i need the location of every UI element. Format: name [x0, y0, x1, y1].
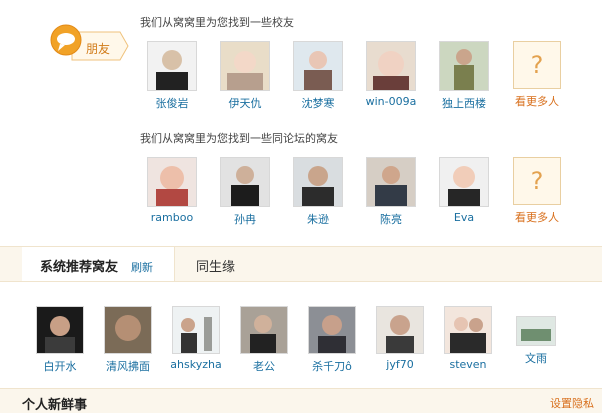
avatar[interactable] [172, 306, 220, 354]
friends-badge: 朋友 [50, 18, 130, 74]
recommended-card[interactable]: 文雨 [504, 306, 568, 366]
schoolmate-name[interactable]: 伊天仇 [215, 95, 275, 111]
forum-friend-card[interactable]: ramboo [142, 157, 202, 224]
avatar[interactable] [36, 306, 84, 354]
schoolmate-name[interactable]: 沈梦寒 [288, 95, 348, 111]
avatar[interactable] [220, 41, 270, 91]
tab-recommended[interactable]: 系统推荐窝友 刷新 [22, 247, 175, 281]
recommended-name[interactable]: jyf70 [368, 358, 432, 371]
avatar[interactable] [366, 157, 416, 207]
schoolmate-card[interactable]: 张俊岩 [142, 41, 202, 111]
forum-friend-name[interactable]: ramboo [142, 211, 202, 224]
badge-label: 朋友 [86, 42, 111, 56]
recommended-name[interactable]: 文雨 [504, 350, 568, 366]
recommended-card[interactable]: 清风拂面 [96, 306, 160, 374]
tab-recommended-label[interactable]: 系统推荐窝友 [40, 256, 118, 275]
recommended-card[interactable]: jyf70 [368, 306, 432, 371]
forum-friend-name[interactable]: 朱逊 [288, 211, 348, 227]
question-icon[interactable]: ? [513, 41, 561, 89]
recommended-card[interactable]: 白开水 [28, 306, 92, 374]
schoolmate-card[interactable]: 独上西楼 [434, 41, 494, 111]
avatar[interactable] [293, 41, 343, 91]
avatar[interactable] [147, 157, 197, 207]
avatar[interactable] [293, 157, 343, 207]
more-schoolmates[interactable]: ? 看更多人 [507, 41, 567, 109]
avatar[interactable] [376, 306, 424, 354]
avatar[interactable] [240, 306, 288, 354]
schoolmate-name[interactable]: 独上西楼 [434, 95, 494, 111]
news-feed-header: 个人新鲜事 设置隐私 [0, 388, 602, 413]
avatar[interactable] [147, 41, 197, 91]
forum-friend-card[interactable]: 陈亮 [361, 157, 421, 227]
avatar[interactable] [516, 316, 556, 346]
forum-friend-card[interactable]: 孙冉 [215, 157, 275, 227]
avatar[interactable] [366, 41, 416, 91]
avatar[interactable] [308, 306, 356, 354]
more-schoolmates-link[interactable]: 看更多人 [507, 93, 567, 109]
avatar[interactable] [439, 157, 489, 207]
recommended-name[interactable]: 清风拂面 [96, 358, 160, 374]
avatar[interactable] [104, 306, 152, 354]
avatar[interactable] [444, 306, 492, 354]
recommended-name[interactable]: ahskyzha [164, 358, 228, 371]
recommended-card[interactable]: 老公 [232, 306, 296, 374]
recommended-card[interactable]: 杀千刀ô [300, 306, 364, 374]
recommended-name[interactable]: steven [436, 358, 500, 371]
schoolmate-card[interactable]: 伊天仇 [215, 41, 275, 111]
schoolmates-title: 我们从窝窝里为您找到一些校友 [140, 16, 294, 29]
avatar[interactable] [439, 41, 489, 91]
recommend-tabbar: 系统推荐窝友 刷新 同生缘 [0, 246, 602, 282]
privacy-settings-link[interactable]: 设置隐私 [550, 395, 594, 411]
schoolmate-name[interactable]: win-009a [361, 95, 421, 108]
schoolmate-card[interactable]: 沈梦寒 [288, 41, 348, 111]
more-forum-friends[interactable]: ? 看更多人 [507, 157, 567, 225]
forum-friends-title: 我们从窝窝里为您找到一些同论坛的窝友 [140, 132, 338, 145]
recommended-name[interactable]: 老公 [232, 358, 296, 374]
recommended-card[interactable]: steven [436, 306, 500, 371]
recommended-card[interactable]: ahskyzha [164, 306, 228, 371]
refresh-link[interactable]: 刷新 [131, 259, 153, 275]
forum-friend-name[interactable]: 陈亮 [361, 211, 421, 227]
more-forum-friends-link[interactable]: 看更多人 [507, 209, 567, 225]
forum-friend-name[interactable]: 孙冉 [215, 211, 275, 227]
forum-friend-name[interactable]: Eva [434, 211, 494, 224]
avatar[interactable] [220, 157, 270, 207]
forum-friend-card[interactable]: 朱逊 [288, 157, 348, 227]
forum-friend-card[interactable]: Eva [434, 157, 494, 224]
recommended-name[interactable]: 杀千刀ô [300, 358, 364, 374]
question-icon[interactable]: ? [513, 157, 561, 205]
news-feed-title: 个人新鲜事 [22, 398, 88, 413]
tab-same-birth[interactable]: 同生缘 [196, 256, 235, 275]
schoolmate-name[interactable]: 张俊岩 [142, 95, 202, 111]
schoolmate-card[interactable]: win-009a [361, 41, 421, 108]
recommended-name[interactable]: 白开水 [28, 358, 92, 374]
